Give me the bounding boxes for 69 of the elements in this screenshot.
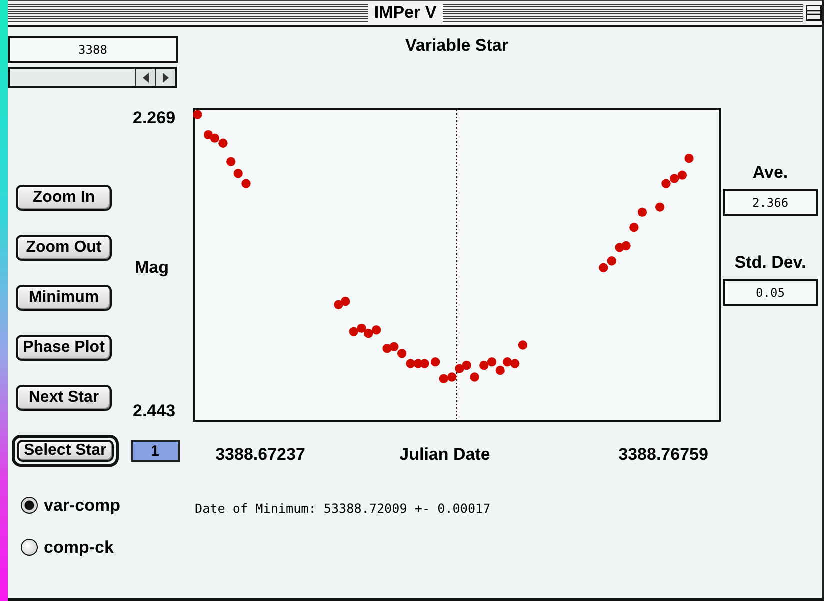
data-point: [684, 154, 694, 164]
command-button[interactable]: Zoom Out: [16, 235, 112, 261]
scroll-left-button[interactable]: [135, 69, 155, 86]
chart-title: Variable Star: [405, 36, 508, 55]
data-point: [406, 359, 416, 368]
data-point: [430, 357, 440, 367]
data-point: [480, 360, 489, 370]
data-point: [599, 263, 608, 272]
data-point: [210, 134, 220, 143]
radio-option[interactable]: comp-ck: [21, 538, 114, 557]
data-point: [357, 324, 366, 334]
command-button[interactable]: Minimum: [16, 285, 112, 311]
data-point: [341, 296, 350, 306]
data-point: [638, 208, 648, 217]
window-title: IMPer V: [368, 4, 443, 22]
data-point: [470, 372, 480, 382]
right-arrow-icon: [162, 72, 168, 82]
data-point: [234, 169, 243, 178]
radio-button[interactable]: [21, 497, 38, 514]
data-point: [420, 359, 430, 368]
data-point: [622, 241, 631, 251]
left-arrow-icon: [142, 72, 148, 82]
result-text: Date of Minimum: 53388.72009 +- 0.00017: [195, 501, 491, 516]
data-point: [670, 174, 680, 184]
data-point: [518, 340, 528, 350]
data-point: [607, 256, 616, 266]
horizontal-scrollbar[interactable]: [8, 67, 177, 88]
y-axis-tick-label: 2.269: [133, 108, 176, 128]
data-point: [390, 342, 399, 352]
data-point: [678, 170, 688, 180]
data-point: [218, 138, 228, 148]
statistic-field[interactable]: 2.366: [723, 189, 818, 216]
x-axis-tick-label: 3388.67237: [216, 445, 306, 464]
data-point: [349, 327, 358, 336]
collapse-box-icon[interactable]: [806, 5, 822, 21]
data-point: [334, 300, 344, 310]
statistic-label: Std. Dev.: [734, 253, 806, 272]
data-point: [502, 357, 512, 367]
scroll-right-button[interactable]: [155, 69, 175, 86]
date-field[interactable]: 3388: [8, 36, 178, 63]
command-button[interactable]: Next Star: [16, 385, 112, 411]
radio-option[interactable]: var-comp: [21, 496, 121, 515]
statistic-field[interactable]: 0.05: [723, 279, 818, 306]
y-axis-label: Mag: [135, 258, 169, 276]
data-point: [656, 202, 665, 212]
data-point: [242, 179, 251, 188]
data-point: [662, 179, 671, 188]
command-button[interactable]: Phase Plot: [16, 335, 112, 361]
data-point: [372, 326, 382, 335]
x-axis-label: Julian Date: [400, 445, 490, 464]
data-point: [439, 374, 448, 384]
data-point: [496, 366, 505, 376]
select-star-button[interactable]: Select Star: [12, 435, 119, 467]
data-point: [510, 359, 520, 368]
statistic-label: Ave.: [752, 163, 788, 182]
data-point: [462, 360, 472, 370]
y-axis-tick-label: 2.443: [133, 401, 176, 420]
data-point: [364, 328, 374, 338]
radio-button[interactable]: [21, 539, 38, 556]
data-point: [193, 110, 202, 120]
star-number-field[interactable]: 1: [130, 440, 180, 462]
data-point: [448, 372, 457, 382]
x-axis-tick-label: 3388.76759: [618, 445, 708, 464]
data-point: [630, 222, 639, 232]
data-point: [455, 364, 464, 374]
data-point: [487, 357, 497, 367]
command-button[interactable]: Zoom In: [16, 185, 112, 211]
data-point: [398, 349, 407, 358]
data-point: [226, 157, 236, 166]
